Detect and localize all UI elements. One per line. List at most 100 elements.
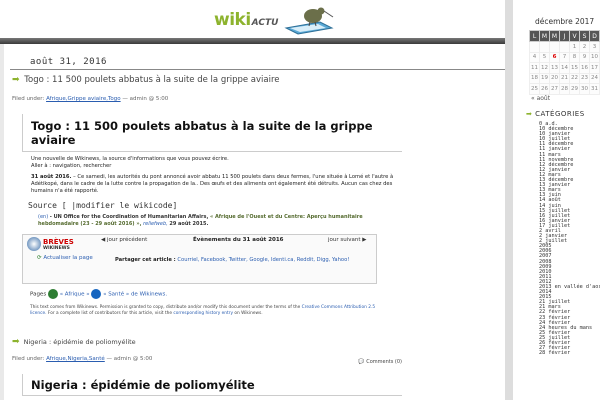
category-link[interactable]: 28 février — [539, 351, 600, 356]
article-text: – Ce samedi, les autorités du pont annon… — [31, 174, 394, 194]
calendar-weekday: L — [529, 30, 540, 42]
refresh-page-label: Actualiser la page — [43, 255, 93, 261]
source-site[interactable]: reliefweb, — [143, 221, 168, 227]
calendar-day: 3 — [589, 41, 600, 53]
calendar-weekday: J — [559, 30, 570, 42]
wikinews-globe-icon — [27, 237, 41, 251]
calendar-day: 5 — [539, 51, 550, 63]
article: Togo : 11 500 poulets abbatus à la suite… — [22, 114, 402, 365]
calendar-day: 28 — [559, 83, 570, 95]
date-heading: août 31, 2016 — [30, 57, 107, 67]
source-lang[interactable]: (en) — [38, 214, 48, 220]
post-title-text: Togo : 11 500 poulets abbatus à la suite… — [24, 75, 280, 85]
license-part2: For a complete list of contributors for … — [47, 311, 173, 316]
calendar-day: 10 — [589, 51, 600, 63]
pages-sante-link[interactable]: « Santé » de Wikinews. — [103, 292, 167, 298]
post-title-link[interactable]: ➡ Togo : 11 500 poulets abbatus à la sui… — [12, 75, 280, 85]
categories-heading: ➡ CATÉGORIES — [526, 110, 585, 118]
calendar-day: 19 — [539, 72, 550, 84]
share-links[interactable]: Courriel, Facebook, Twitter, Google, Ide… — [177, 257, 349, 263]
calendar-day: 31 — [589, 83, 600, 95]
calendar-weekday: D — [589, 30, 600, 42]
logo-actu-text: ACTU — [251, 18, 279, 28]
calendar-day: 23 — [579, 72, 590, 84]
calendar-day: 1 — [569, 41, 580, 53]
calendar-day — [529, 41, 540, 53]
breves-title: BRÈVES — [43, 238, 74, 246]
pages-label: Pages — [30, 291, 47, 298]
meta-suffix-2: — admin @ 5:00 — [106, 356, 153, 362]
previous-day-link[interactable]: ◀ jour précédent — [101, 237, 147, 243]
calendar-weekday: V — [569, 30, 580, 42]
arrow-left-icon: ◀ — [101, 237, 106, 243]
article-intro: Une nouvelle de Wikinews, la source d'in… — [31, 156, 229, 162]
previous-day-label: jour précédent — [106, 237, 148, 243]
source-org: - UN Office for the Coordination of Huma… — [49, 214, 209, 220]
article-nav-links[interactable]: Aller à : navigation, rechercher — [31, 163, 111, 169]
pages-row: Pages « Afrique » « Santé » de Wikinews. — [30, 289, 402, 299]
calendar-day: 9 — [579, 51, 590, 63]
date-divider — [10, 69, 505, 70]
calendar-day: 20 — [549, 72, 560, 84]
categories-list: 0 a.d. 10 décembre 10 janvier 10 juillet 11 … — [539, 121, 600, 356]
arrow-right-icon: ➡ — [12, 75, 20, 85]
calendar-day: 16 — [579, 62, 590, 74]
calendar-day: 18 — [529, 72, 540, 84]
site-logo[interactable]: wiki ACTU — [214, 4, 336, 36]
breves-navbox: BRÈVES WIKINEWS ⟳ Actualiser la page ◀ j… — [22, 234, 377, 284]
calendar-day: 14 — [559, 62, 570, 74]
logo-wiki-text: wiki — [214, 10, 251, 30]
calendar-day: 4 — [529, 51, 540, 63]
calendar-weekday: M — [549, 30, 560, 42]
sidebar: décembre 2017 LMMJVSD 1 2 3 4 5 6 7 8 9 10 11 12 13 1… — [505, 0, 600, 400]
calendar-day: 12 — [539, 62, 550, 74]
license-part1: This text comes from Wikinews. Permissio… — [30, 305, 301, 310]
meta-suffix: — admin @ 5:00 — [122, 96, 169, 102]
comments-link[interactable]: 💬 Comments (0) — [358, 359, 402, 365]
main-content: août 31, 2016 ➡ Togo : 11 500 poulets ab… — [0, 44, 505, 400]
calendar-weekday: M — [539, 30, 550, 42]
arrow-right-icon: ➡ — [526, 110, 533, 118]
africa-globe-icon — [47, 289, 58, 299]
calendar-prev-month-link[interactable]: « août — [531, 95, 550, 102]
calendar-day: 25 — [529, 83, 540, 95]
calendar-day: 13 — [549, 62, 560, 74]
calendar-day: 21 — [559, 72, 570, 84]
meta-tags-link[interactable]: Afrique,Grippe aviaire,Togo — [46, 96, 121, 102]
post-meta-2: Filed under: Afrique,Nigeria,Santé — adm… — [12, 356, 152, 362]
post-title-link-2[interactable]: ➡ Nigeria : épidémie de poliomyélite — [12, 337, 136, 347]
article-date: 31 août 2016. — [31, 174, 72, 180]
post-meta: Filed under: Afrique,Grippe aviaire,Togo… — [12, 96, 168, 102]
calendar-day: 8 — [569, 51, 580, 63]
calendar-title: décembre 2017 — [535, 17, 595, 26]
calendar-day: 27 — [549, 83, 560, 95]
calendar-day: 29 — [569, 83, 580, 95]
next-day-link[interactable]: jour suivant ▶ — [328, 237, 367, 243]
calendar-day — [549, 41, 560, 53]
post-title-text-2: Nigeria : épidémie de poliomyélite — [23, 338, 136, 346]
calendar-day[interactable]: 6 — [549, 51, 560, 63]
calendar-day: 15 — [569, 62, 580, 74]
meta-tags-link-2[interactable]: Afrique,Nigeria,Santé — [46, 356, 105, 362]
calendar-weekday: S — [579, 30, 590, 42]
calendar-day — [559, 41, 570, 53]
calendar-day: 17 — [589, 62, 600, 74]
calendar-day: 2 — [579, 41, 590, 53]
pages-afrique-link[interactable]: « Afrique » — [60, 292, 90, 298]
arrow-right-icon: ➡ — [12, 337, 20, 347]
history-link[interactable]: corresponding history entry — [173, 311, 233, 316]
calendar-day: 7 — [559, 51, 570, 63]
health-icon — [91, 289, 102, 299]
article-body: Une nouvelle de Wikinews, la source d'in… — [22, 152, 402, 195]
next-day-label: jour suivant — [328, 237, 361, 243]
calendar-day: 26 — [539, 83, 550, 95]
source-date: 29 août 2015. — [169, 221, 209, 227]
comments-label: Comments (0) — [366, 359, 402, 365]
source-line: (en) - UN Office for the Coordination of… — [22, 214, 402, 228]
license-part3: on Wikinews. — [234, 311, 263, 316]
meta-prefix-2: Filed under: — [12, 356, 45, 362]
source-heading: Source [ |modifier le wikicode] — [28, 201, 178, 210]
arrow-right-icon: ▶ — [362, 237, 367, 243]
refresh-page-link[interactable]: ⟳ Actualiser la page — [37, 255, 93, 262]
comment-icon: 💬 — [358, 359, 365, 365]
